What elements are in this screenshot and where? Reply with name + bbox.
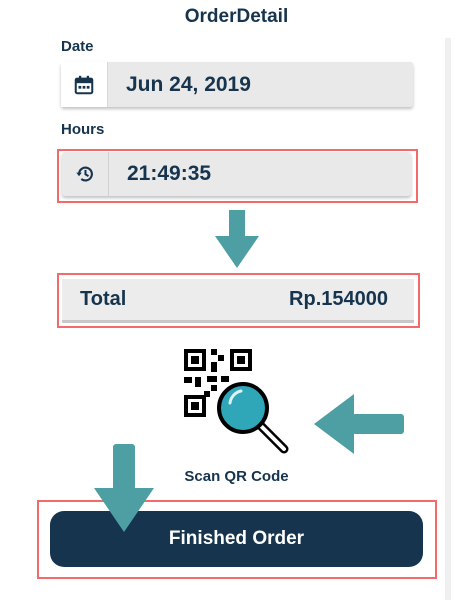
scrollbar-track[interactable] [445, 38, 451, 600]
date-label: Date [61, 38, 94, 55]
scan-qr-label[interactable]: Scan QR Code [0, 468, 473, 485]
page-title: OrderDetail [184, 6, 289, 27]
arrow-left-icon [312, 390, 406, 458]
hours-label: Hours [61, 121, 105, 138]
total-highlight-box [57, 273, 420, 328]
date-value: Jun 24, 2019 [126, 72, 251, 96]
arrow-down-icon-2 [92, 442, 156, 534]
arrow-down-icon [212, 208, 262, 270]
calendar-icon [61, 62, 108, 107]
qr-scan-icon[interactable] [180, 345, 292, 457]
hours-highlight-box [57, 149, 418, 203]
date-field[interactable]: Jun 24, 2019 [61, 62, 413, 107]
